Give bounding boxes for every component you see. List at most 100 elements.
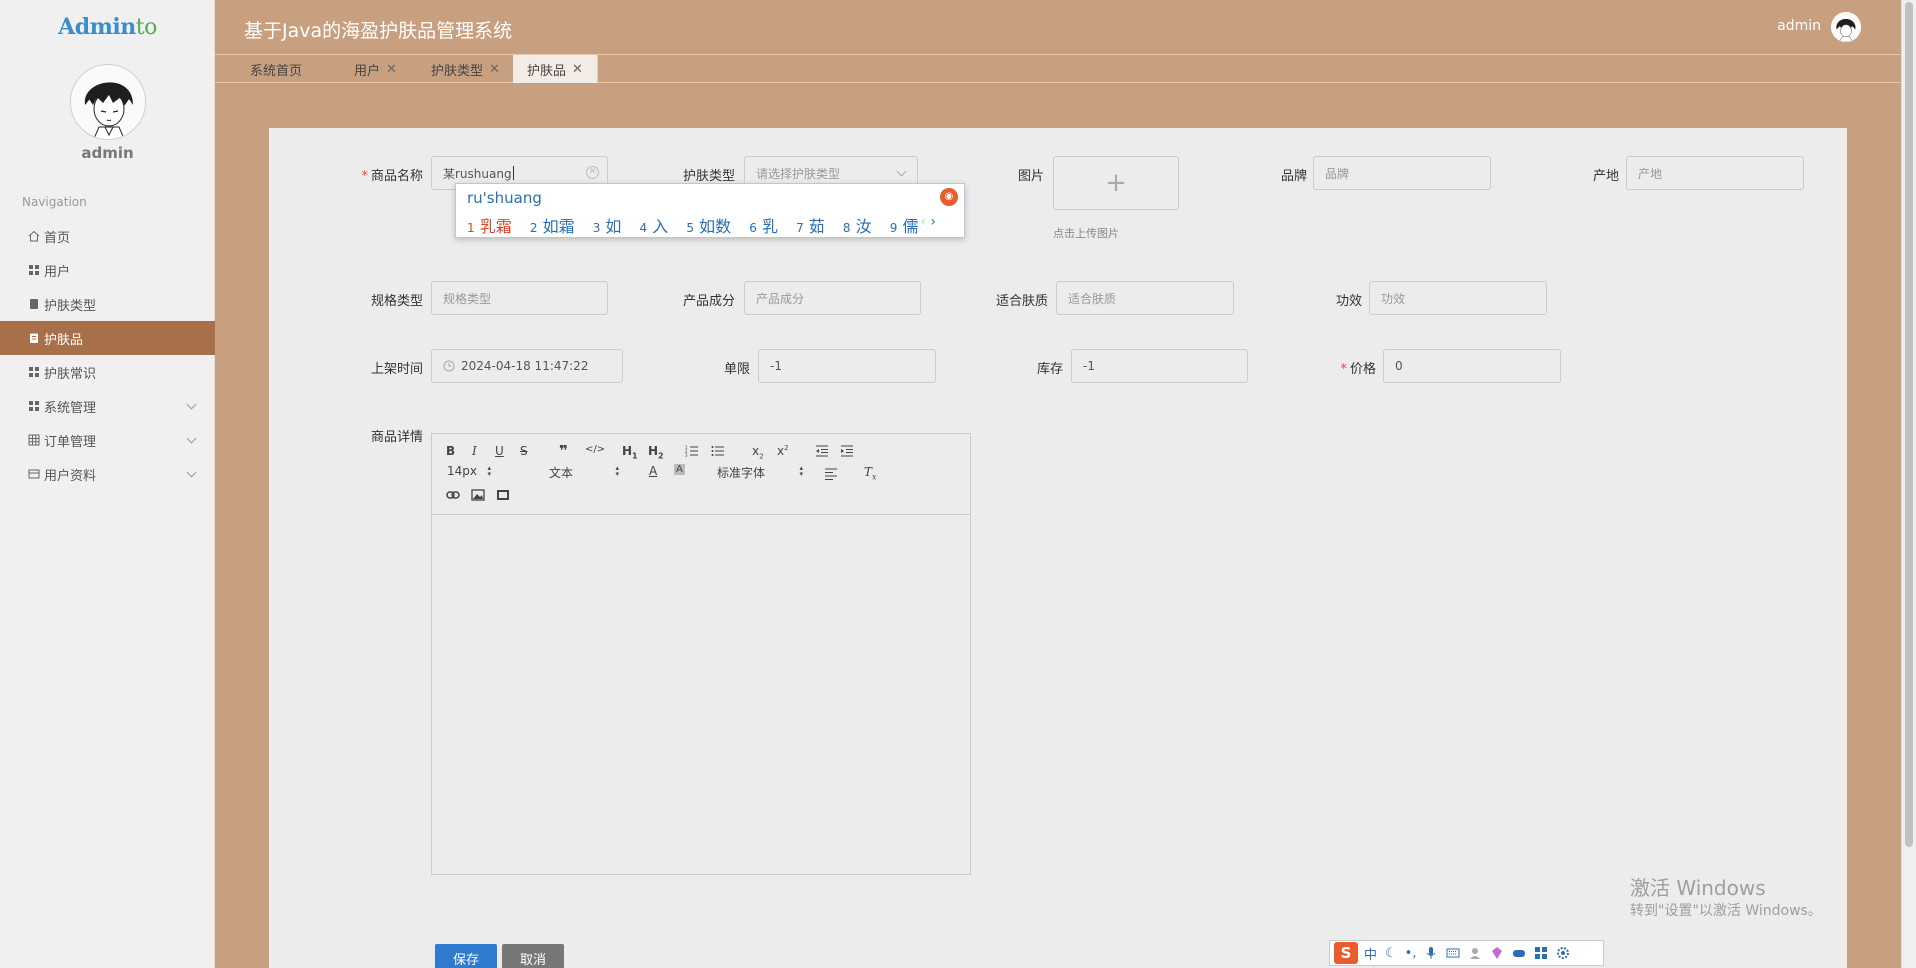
sidebar-item-skincare-types[interactable]: 护肤类型	[0, 287, 215, 321]
punctuation-icon[interactable]: •,	[1405, 946, 1417, 961]
moon-icon[interactable]: ☾	[1385, 946, 1397, 961]
sidebar-avatar[interactable]	[70, 64, 146, 140]
candidate-word: 如数	[699, 217, 732, 236]
strikethrough-icon[interactable]: S	[520, 444, 528, 458]
effect-input[interactable]: 功效	[1369, 281, 1547, 315]
chevron-left-icon[interactable]: ‹	[920, 214, 926, 230]
nav-header: Navigation	[22, 195, 87, 209]
bold-icon[interactable]: B	[446, 444, 455, 458]
effect-label: 功效	[1335, 294, 1362, 309]
superscript-icon[interactable]: x2	[777, 444, 789, 458]
close-icon[interactable]: ✕	[489, 62, 500, 77]
product-name-label-text: 商品名称	[370, 169, 423, 184]
page-scrollbar[interactable]	[1901, 0, 1916, 968]
spec-type-input[interactable]: 规格类型	[431, 281, 608, 315]
tab-skincare-products[interactable]: 护肤品 ✕	[513, 55, 598, 83]
close-icon[interactable]: ✕	[572, 62, 583, 77]
shelf-time-picker[interactable]: 2024-04-18 11:47:22	[431, 349, 623, 383]
candidate-number: 7	[796, 221, 804, 235]
candidate-word: 儒	[902, 217, 919, 236]
ime-composition: ru'shuang	[467, 189, 542, 207]
image-upload-button[interactable]: +	[1053, 156, 1179, 210]
header-username[interactable]: admin	[1777, 18, 1821, 34]
sidebar-item-users[interactable]: 用户	[0, 253, 215, 287]
ime-candidate[interactable]: 6 乳	[749, 217, 778, 236]
tab-users[interactable]: 用户 ✕	[340, 55, 411, 83]
text-format-select[interactable]: 文本	[549, 464, 619, 481]
sidebar-item-user-profile[interactable]: 用户资料	[0, 457, 215, 491]
align-icon[interactable]	[824, 468, 838, 480]
origin-input[interactable]: 产地	[1626, 156, 1804, 190]
blockquote-icon[interactable]: ❞	[559, 442, 568, 460]
outdent-icon[interactable]	[815, 445, 829, 457]
ingredient-input[interactable]: 产品成分	[744, 281, 921, 315]
cancel-button[interactable]: 取消	[502, 944, 564, 968]
scrollbar-thumb[interactable]	[1905, 2, 1913, 847]
ime-candidate[interactable]: 7 茹	[796, 217, 825, 236]
sidebar-item-home[interactable]: 首页	[0, 219, 215, 253]
indent-icon[interactable]	[840, 445, 854, 457]
subscript-icon[interactable]: x2	[752, 444, 764, 460]
ime-candidate[interactable]: 3 如	[593, 217, 622, 236]
folder-icon	[28, 469, 40, 479]
text-color-icon[interactable]: A	[649, 464, 657, 478]
ime-candidate[interactable]: 8 汝	[843, 217, 872, 236]
tab-skincare-types[interactable]: 护肤类型 ✕	[417, 55, 514, 83]
header-avatar[interactable]	[1831, 12, 1861, 42]
ime-candidate[interactable]: 4 入	[640, 217, 669, 236]
underline-icon[interactable]: U	[495, 444, 504, 458]
sidebar-item-order-management[interactable]: 订单管理	[0, 423, 215, 457]
sidebar-item-skincare-knowledge[interactable]: 护肤常识	[0, 355, 215, 389]
ordered-list-icon[interactable]: 123	[685, 445, 699, 457]
code-block-icon[interactable]: </>	[585, 444, 605, 455]
sidebar-item-system-management[interactable]: 系统管理	[0, 389, 215, 423]
skin-icon[interactable]	[1490, 946, 1504, 960]
gamepad-icon[interactable]	[1512, 946, 1526, 960]
tab-home[interactable]: 系统首页	[236, 55, 316, 83]
ingredient-label: 产品成分	[682, 294, 735, 309]
header2-icon[interactable]: H2	[648, 444, 664, 460]
clear-format-icon[interactable]: Tx	[864, 465, 877, 481]
font-family-select[interactable]: 标准字体	[717, 464, 803, 481]
price-input[interactable]: 0	[1383, 349, 1561, 383]
keyboard-icon[interactable]	[1446, 946, 1460, 960]
ime-candidate[interactable]: 1 乳霜	[467, 217, 512, 236]
ime-page-nav[interactable]: ‹ ›	[920, 214, 936, 230]
background-color-icon[interactable]: A	[674, 464, 685, 475]
clear-icon[interactable]: ✕	[586, 166, 599, 179]
image-upload-hint: 点击上传图片	[1053, 227, 1119, 240]
ime-mode-toggle[interactable]: 中	[1364, 944, 1377, 963]
ime-candidate[interactable]: 9 儒	[890, 217, 919, 236]
video-icon[interactable]	[496, 489, 510, 501]
sidebar-item-skincare-products[interactable]: 护肤品	[0, 321, 215, 355]
skin-type-input[interactable]: 适合肤质	[1056, 281, 1234, 315]
table-icon	[28, 434, 40, 446]
app-logo[interactable]: Adminto	[0, 14, 215, 40]
save-button[interactable]: 保存	[435, 944, 497, 968]
image-icon[interactable]	[471, 489, 485, 501]
font-size-select[interactable]: 14px	[447, 464, 491, 478]
link-icon[interactable]	[446, 489, 460, 501]
header1-icon[interactable]: H1	[622, 444, 638, 460]
chevron-right-icon[interactable]: ›	[930, 214, 936, 230]
ime-candidate[interactable]: 2 如霜	[530, 217, 575, 236]
limit-input[interactable]: -1	[758, 349, 936, 383]
toolbox-icon[interactable]	[1534, 946, 1548, 960]
ime-candidate[interactable]: 5 如数	[686, 217, 731, 236]
brand-input[interactable]: 品牌	[1313, 156, 1491, 190]
limit-label: 单限	[723, 362, 750, 377]
spec-type-label: 规格类型	[370, 294, 423, 309]
rich-text-editor: B I U S ❞ </> H1 H2 123 x2 x2 14px 文本 A …	[431, 433, 971, 875]
tab-bar: 系统首页 用户 ✕ 护肤类型 ✕ 护肤品 ✕	[215, 54, 1901, 83]
tab-label: 护肤品	[527, 63, 567, 79]
settings-icon[interactable]	[1556, 946, 1570, 960]
effect-placeholder: 功效	[1381, 291, 1406, 306]
italic-icon[interactable]: I	[472, 444, 477, 458]
user-icon[interactable]	[1468, 946, 1482, 960]
microphone-icon[interactable]	[1424, 946, 1438, 960]
stock-input[interactable]: -1	[1071, 349, 1248, 383]
sogou-logo-icon[interactable]: S	[1334, 942, 1358, 964]
price-label-text: 价格	[1349, 362, 1376, 377]
bullet-list-icon[interactable]	[711, 445, 725, 457]
close-icon[interactable]: ✕	[386, 62, 397, 77]
